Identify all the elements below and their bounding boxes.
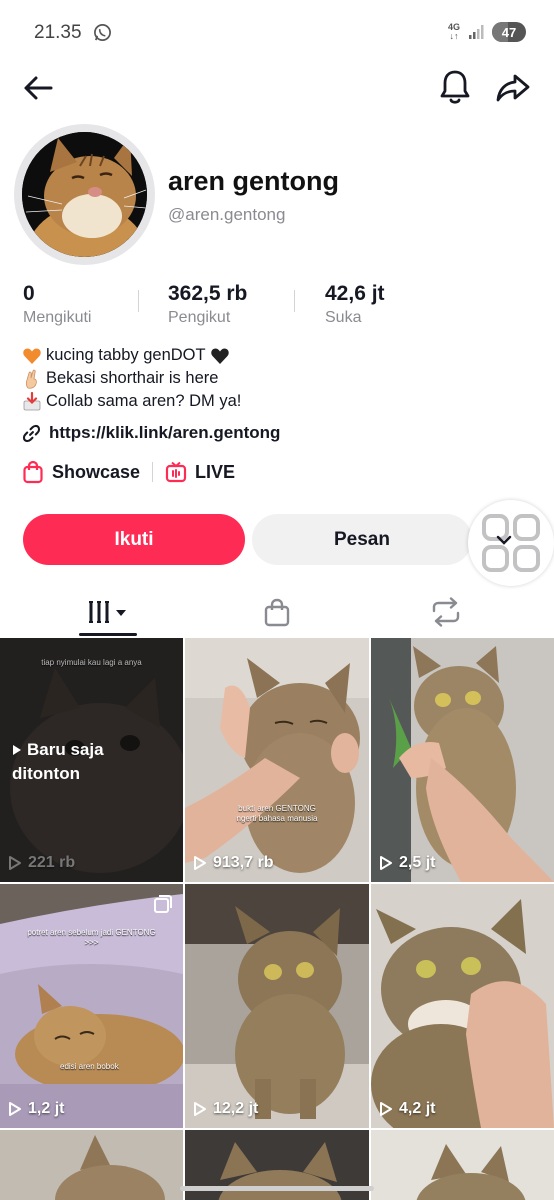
play-outline-icon <box>9 856 21 870</box>
video-thumbnail[interactable] <box>371 1130 554 1200</box>
profile-link-text: https://klik.link/aren.gentong <box>49 423 281 442</box>
bio-line: kucing tabby genDOT <box>22 344 241 367</box>
video-thumbnail[interactable]: 4,2 jt <box>371 884 554 1128</box>
bio-line: Bekasi shorthair is here <box>22 367 241 390</box>
cat-photo <box>185 884 369 1128</box>
home-indicator[interactable] <box>180 1186 374 1191</box>
video-thumbnail[interactable]: potret aren sebelum jadi GENTONG >>> edi… <box>0 884 183 1128</box>
video-caption: potret aren sebelum jadi GENTONG >>> <box>27 928 156 947</box>
profile-link[interactable]: https://klik.link/aren.gentong <box>22 423 280 443</box>
play-outline-icon <box>194 856 206 870</box>
tab-shop[interactable] <box>229 588 325 636</box>
videos-grid-icon <box>89 601 126 623</box>
follow-button[interactable]: Ikuti <box>23 514 245 565</box>
live-button[interactable]: LIVE <box>165 461 235 483</box>
video-caption: bukti aren GENTONG ngerti bahasa manusia <box>236 804 318 823</box>
content-tabs <box>0 588 554 638</box>
status-time: 21.35 <box>34 22 82 43</box>
play-icon <box>13 745 21 755</box>
suggested-accounts-button[interactable] <box>468 500 554 586</box>
status-indicators: 4G ↓↑ 47 <box>448 22 526 42</box>
video-thumbnail[interactable]: 12,2 jt <box>185 884 369 1128</box>
stat-likes-value: 42,6 jt <box>325 282 385 305</box>
username: @aren.gentong <box>168 205 286 224</box>
view-count: 1,2 jt <box>8 1100 64 1118</box>
avatar-ring[interactable] <box>14 124 155 265</box>
play-outline-icon <box>194 1102 206 1116</box>
showcase-label: Showcase <box>52 461 141 482</box>
view-count: 12,2 jt <box>193 1100 258 1118</box>
shopping-bag-icon <box>23 460 43 484</box>
live-tv-icon <box>165 461 187 483</box>
stat-following-value: 0 <box>23 282 35 305</box>
bio-line: Collab sama aren? DM ya! <box>22 390 241 413</box>
video-thumbnail[interactable]: 2,5 jt <box>371 638 554 882</box>
cat-photo <box>185 638 369 882</box>
live-label: LIVE <box>195 461 236 482</box>
stat-followers[interactable]: 362,5 rb Pengikut <box>168 282 247 327</box>
cat-photo <box>0 884 183 1128</box>
avatar-cat-photo <box>22 132 147 257</box>
video-thumbnail[interactable]: bukti aren GENTONG ngerti bahasa manusia… <box>185 638 369 882</box>
stat-following-label: Mengikuti <box>23 309 92 326</box>
orange-heart-icon <box>23 348 41 364</box>
video-thumbnail[interactable] <box>0 1130 183 1200</box>
message-button[interactable]: Pesan <box>252 514 472 565</box>
view-count: 221 rb <box>8 854 75 872</box>
stat-followers-value: 362,5 rb <box>168 282 248 305</box>
shopping-bag-icon <box>264 598 290 627</box>
bio: kucing tabby genDOT Bekasi shorthair is … <box>22 344 241 413</box>
view-count: 913,7 rb <box>193 854 273 872</box>
whatsapp-icon <box>94 24 111 41</box>
stat-divider <box>294 290 295 312</box>
view-count: 2,5 jt <box>379 854 435 872</box>
multi-photo-icon <box>154 895 172 913</box>
battery-indicator: 47 <box>492 22 526 42</box>
repost-icon <box>432 597 460 627</box>
video-caption: tiap nyimulai kau lagi a anya <box>41 658 142 667</box>
network-indicator: 4G ↓↑ <box>447 22 460 41</box>
tab-reposts[interactable] <box>398 588 494 636</box>
view-count: 4,2 jt <box>379 1100 435 1118</box>
video-thumbnail[interactable]: tiap nyimulai kau lagi a anya Baru saja … <box>0 638 183 882</box>
cat-photo <box>371 638 554 882</box>
status-bar: 21.35 4G ↓↑ 47 <box>0 0 554 62</box>
play-outline-icon <box>380 1102 392 1116</box>
feature-divider <box>152 462 154 482</box>
back-arrow-icon[interactable] <box>20 70 56 106</box>
apps-grid-icon <box>482 514 540 572</box>
cat-photo <box>371 1130 554 1200</box>
stat-divider <box>138 290 139 312</box>
avatar <box>22 132 147 257</box>
crossed-fingers-icon <box>25 369 37 389</box>
cat-photo <box>0 1130 183 1200</box>
top-navigation <box>0 62 554 112</box>
stat-following[interactable]: 0 Mengikuti <box>23 282 91 327</box>
share-icon[interactable] <box>494 70 532 106</box>
stat-likes-label: Suka <box>325 309 362 326</box>
stat-likes[interactable]: 42,6 jt Suka <box>325 282 385 327</box>
active-tab-indicator <box>79 633 137 636</box>
stat-followers-label: Pengikut <box>168 309 231 326</box>
video-grid: tiap nyimulai kau lagi a anya Baru saja … <box>0 638 554 1200</box>
display-name: aren gentong <box>168 166 340 196</box>
tab-videos[interactable] <box>60 588 156 636</box>
recently-watched-label: Baru saja ditonton <box>12 740 104 783</box>
profile-stats: 0 Mengikuti 362,5 rb Pengikut 42,6 jt Su… <box>0 282 554 332</box>
link-icon <box>22 424 41 442</box>
black-heart-icon <box>210 348 229 364</box>
feature-row: Showcase LIVE <box>22 460 235 484</box>
signal-icon <box>469 25 484 39</box>
video-caption-bottom: edisi aren bobok <box>60 1062 119 1071</box>
play-outline-icon <box>9 1102 21 1116</box>
play-outline-icon <box>380 856 392 870</box>
bell-icon[interactable] <box>437 68 473 106</box>
showcase-button[interactable]: Showcase <box>22 460 140 484</box>
cat-photo <box>371 884 554 1128</box>
inbox-tray-icon <box>23 391 41 410</box>
